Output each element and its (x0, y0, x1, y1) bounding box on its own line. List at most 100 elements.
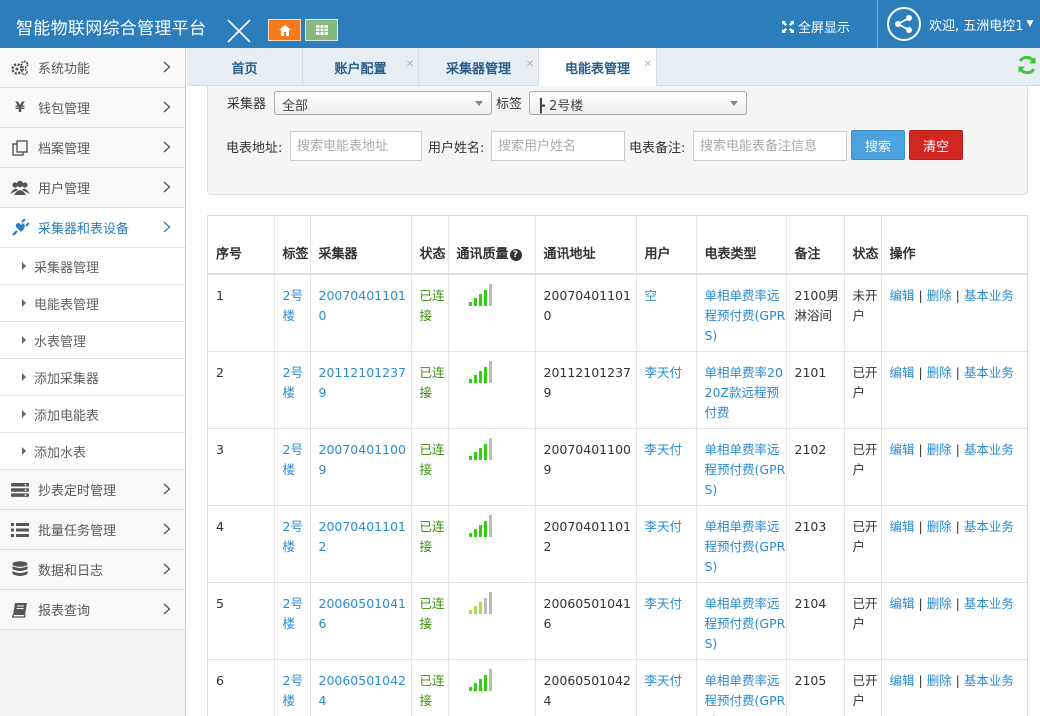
cell-user-text[interactable]: 空 (645, 288, 658, 303)
meter-address-input[interactable] (290, 131, 422, 161)
cell-user-text[interactable]: 李天付 (645, 519, 683, 534)
tab-home[interactable]: 首页 (187, 48, 303, 86)
cell-meter-type-text[interactable]: 单相单费率远程预付费(GPRS) (705, 288, 786, 343)
cell-tag[interactable]: 2号楼 (274, 351, 311, 429)
help-icon[interactable]: ? (509, 249, 522, 261)
cell-user[interactable]: 李天付 (636, 505, 697, 583)
tab-close-icon[interactable]: ✕ (526, 59, 534, 70)
basic-business-link[interactable]: 基本业务 (964, 288, 1014, 303)
meter-note-input[interactable] (693, 131, 847, 161)
cell-user-text[interactable]: 李天付 (645, 365, 683, 380)
sidebar-item-wallet[interactable]: ¥ 钱包管理 (0, 88, 185, 128)
delete-link[interactable]: 删除 (927, 519, 952, 534)
cell-meter-type-text[interactable]: 单相单费率远程预付费(GPRS) (705, 442, 786, 497)
cell-collector[interactable]: 200605010424 (310, 659, 412, 716)
delete-link[interactable]: 删除 (927, 288, 952, 303)
user-menu[interactable]: 欢迎, 五洲电控1 ▼ (877, 0, 1040, 48)
sidebar-item-timer[interactable]: 抄表定时管理 (0, 470, 185, 510)
cell-user[interactable]: 空 (636, 274, 697, 352)
cell-meter-type[interactable]: 单相单费率远程预付费(GPRS) (696, 274, 787, 352)
cell-collector[interactable]: 200704011009 (310, 428, 412, 506)
cell-user[interactable]: 李天付 (636, 582, 697, 660)
sidebar-subitem-add-collector[interactable]: 添加采集器 (0, 359, 185, 396)
edit-link[interactable]: 编辑 (890, 596, 915, 611)
cell-collector-text[interactable]: 200704011012 (319, 519, 406, 554)
tag-select[interactable]: ┣ 2号楼 (529, 91, 747, 115)
edit-link[interactable]: 编辑 (890, 673, 915, 688)
delete-link[interactable]: 删除 (927, 596, 952, 611)
cell-meter-type-text[interactable]: 单相单费率远程预付费(GPRS) (705, 519, 786, 574)
edit-link[interactable]: 编辑 (890, 288, 915, 303)
delete-link[interactable]: 删除 (927, 442, 952, 457)
collector-select[interactable]: 全部 (274, 91, 492, 115)
tab-account-config[interactable]: 账户配置 ✕ (303, 48, 419, 86)
cell-user[interactable]: 李天付 (636, 428, 697, 506)
sidebar-item-data-logs[interactable]: 数据和日志 (0, 550, 185, 590)
cell-tag[interactable]: 2号楼 (274, 659, 311, 716)
cell-meter-type[interactable]: 单相单费率远程预付费(GPRS) (696, 659, 787, 716)
cell-collector-text[interactable]: 200605010424 (319, 673, 406, 708)
cell-meter-type[interactable]: 单相单费率远程预付费(GPRS) (696, 428, 787, 506)
cell-tag-text[interactable]: 2号楼 (283, 288, 303, 323)
cell-tag-text[interactable]: 2号楼 (283, 673, 303, 708)
sidebar-item-users[interactable]: 用户管理 (0, 168, 185, 208)
cell-collector[interactable]: 200704011010 (310, 274, 412, 352)
delete-link[interactable]: 删除 (927, 673, 952, 688)
tab-close-icon[interactable]: ✕ (406, 59, 414, 70)
clear-button[interactable]: 清空 (909, 130, 963, 160)
edit-link[interactable]: 编辑 (890, 365, 915, 380)
cell-collector-text[interactable]: 200704011009 (319, 442, 406, 477)
basic-business-link[interactable]: 基本业务 (964, 519, 1014, 534)
sidebar-item-reports[interactable]: 报表查询 (0, 590, 185, 630)
sidebar-subitem-water-meter[interactable]: 水表管理 (0, 322, 185, 359)
cell-tag[interactable]: 2号楼 (274, 505, 311, 583)
cell-tag-text[interactable]: 2号楼 (283, 442, 303, 477)
tab-collector-management[interactable]: 采集器管理 ✕ (419, 48, 539, 86)
sidebar-subitem-add-meter[interactable]: 添加电能表 (0, 396, 185, 433)
fullscreen-button[interactable]: 全屏显示 (782, 17, 850, 36)
close-sidebar-icon[interactable] (226, 18, 252, 44)
search-button[interactable]: 搜索 (851, 130, 905, 160)
basic-business-link[interactable]: 基本业务 (964, 442, 1014, 457)
cell-collector[interactable]: 201121012379 (310, 351, 412, 429)
cell-tag[interactable]: 2号楼 (274, 582, 311, 660)
sidebar-item-system[interactable]: 系统功能 (0, 48, 185, 88)
cell-collector-text[interactable]: 201121012379 (319, 365, 406, 400)
apps-shortcut-button[interactable] (305, 19, 338, 41)
basic-business-link[interactable]: 基本业务 (964, 365, 1014, 380)
cell-collector[interactable]: 200704011012 (310, 505, 412, 583)
cell-meter-type[interactable]: 单相单费率远程预付费(GPRS) (696, 582, 787, 660)
cell-user-text[interactable]: 李天付 (645, 673, 683, 688)
sidebar-subitem-meter-management[interactable]: 电能表管理 (0, 285, 185, 322)
sidebar-subitem-add-water-meter[interactable]: 添加水表 (0, 433, 185, 470)
cell-meter-type-text[interactable]: 单相单费率2020Z款远程预付费 (705, 365, 783, 420)
cell-meter-type[interactable]: 单相单费率2020Z款远程预付费 (696, 351, 787, 429)
cell-tag-text[interactable]: 2号楼 (283, 365, 303, 400)
sidebar-subitem-collector-management[interactable]: 采集器管理 (0, 248, 185, 285)
cell-meter-type[interactable]: 单相单费率远程预付费(GPRS) (696, 505, 787, 583)
cell-collector-text[interactable]: 200605010416 (319, 596, 406, 631)
sidebar-item-collectors-devices[interactable]: 采集器和表设备 (0, 208, 185, 248)
cell-meter-type-text[interactable]: 单相单费率远程预付费(GPRS) (705, 673, 786, 716)
cell-meter-type-text[interactable]: 单相单费率远程预付费(GPRS) (705, 596, 786, 651)
cell-tag[interactable]: 2号楼 (274, 428, 311, 506)
cell-user[interactable]: 李天付 (636, 659, 697, 716)
cell-user[interactable]: 李天付 (636, 351, 697, 429)
cell-user-text[interactable]: 李天付 (645, 596, 683, 611)
tab-close-icon[interactable]: ✕ (644, 59, 652, 70)
cell-tag-text[interactable]: 2号楼 (283, 519, 303, 554)
delete-link[interactable]: 删除 (927, 365, 952, 380)
edit-link[interactable]: 编辑 (890, 519, 915, 534)
refresh-icon[interactable] (1016, 54, 1038, 76)
tab-meter-management[interactable]: 电能表管理 ✕ (539, 48, 657, 86)
cell-collector-text[interactable]: 200704011010 (319, 288, 406, 323)
basic-business-link[interactable]: 基本业务 (964, 596, 1014, 611)
cell-collector[interactable]: 200605010416 (310, 582, 412, 660)
home-shortcut-button[interactable] (268, 19, 301, 41)
user-name-input[interactable] (491, 131, 625, 161)
cell-tag[interactable]: 2号楼 (274, 274, 311, 352)
cell-user-text[interactable]: 李天付 (645, 442, 683, 457)
edit-link[interactable]: 编辑 (890, 442, 915, 457)
cell-tag-text[interactable]: 2号楼 (283, 596, 303, 631)
basic-business-link[interactable]: 基本业务 (964, 673, 1014, 688)
